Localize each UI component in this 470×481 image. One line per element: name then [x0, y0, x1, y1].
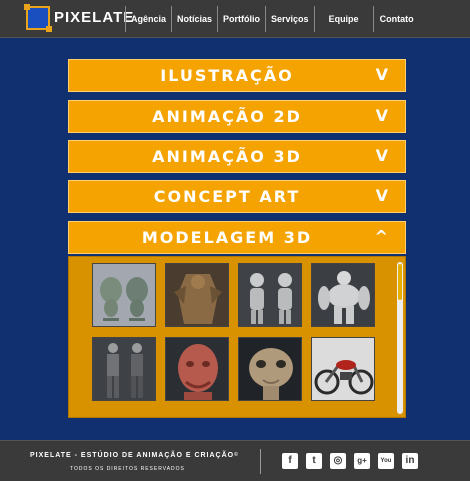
- twitter-icon[interactable]: t: [306, 453, 322, 469]
- nav-agencia[interactable]: Agência: [125, 5, 171, 32]
- nav-equipe[interactable]: Equipe: [313, 5, 373, 32]
- cartoon-bird-model-thumbnail[interactable]: [92, 263, 156, 327]
- accordion-animacao-3d[interactable]: ANIMAÇÃO 3D V: [68, 140, 406, 173]
- alien-head-model-thumbnail[interactable]: [238, 337, 302, 401]
- human-figures-model-thumbnail[interactable]: [92, 337, 156, 401]
- chevron-down-icon: V: [375, 106, 388, 125]
- footer-title: PIXELATE - ESTÚDIO DE ANIMAÇÃO E CRIAÇÃO…: [30, 452, 239, 459]
- accordion-concept-art[interactable]: CONCEPT ART V: [68, 180, 406, 213]
- accordion-ilustracao[interactable]: ILUSTRAÇÃO V: [68, 59, 406, 92]
- accordion-modelagem-3d[interactable]: MODELAGEM 3D ^: [68, 221, 406, 254]
- scrollbar-thumb[interactable]: [398, 264, 402, 300]
- footer-rights: TODOS OS DIREITOS RESERVADOS: [70, 466, 185, 472]
- accordion-title: ANIMAÇÃO 3D: [152, 147, 302, 166]
- footer-title-text: PIXELATE - ESTÚDIO DE ANIMAÇÃO E CRIAÇÃO: [30, 452, 235, 459]
- modelagem-3d-panel: [68, 256, 406, 418]
- nav-portfolio[interactable]: Portfólio: [217, 5, 265, 32]
- accordion-title: ILUSTRAÇÃO: [160, 66, 294, 85]
- main-nav: Agência Notícias Portfólio Serviços Equi…: [125, 0, 420, 37]
- copyright-symbol: ©: [234, 452, 239, 458]
- accordion-title: ANIMAÇÃO 2D: [152, 107, 302, 126]
- footer-divider: [260, 449, 261, 474]
- muscular-creature-model-thumbnail[interactable]: [311, 263, 375, 327]
- red-creature-bust-thumbnail[interactable]: [165, 337, 229, 401]
- logo-text[interactable]: PIXELATE: [54, 9, 134, 26]
- facebook-icon[interactable]: f: [282, 453, 298, 469]
- google-plus-icon[interactable]: g+: [354, 453, 370, 469]
- goblin-model-thumbnail[interactable]: [238, 263, 302, 327]
- linkedin-icon[interactable]: in: [402, 453, 418, 469]
- chevron-down-icon: V: [375, 146, 388, 165]
- gallery-scrollbar[interactable]: [397, 262, 403, 414]
- chevron-down-icon: V: [375, 65, 388, 84]
- chevron-down-icon: V: [375, 186, 388, 205]
- chevron-up-icon: ^: [374, 227, 388, 246]
- youtube-icon[interactable]: You: [378, 453, 394, 469]
- nav-servicos[interactable]: Serviços: [265, 5, 314, 32]
- logo-icon[interactable]: [24, 4, 52, 32]
- accordion-title: MODELAGEM 3D: [141, 228, 313, 247]
- footer: PIXELATE - ESTÚDIO DE ANIMAÇÃO E CRIAÇÃO…: [0, 440, 470, 481]
- nav-noticias[interactable]: Notícias: [171, 5, 217, 32]
- motorcycle-model-thumbnail[interactable]: [311, 337, 375, 401]
- top-bar: PIXELATE Agência Notícias Portfólio Serv…: [0, 0, 470, 38]
- accordion-title: CONCEPT ART: [153, 187, 301, 206]
- accordion-animacao-2d[interactable]: ANIMAÇÃO 2D V: [68, 100, 406, 133]
- armored-warrior-model-thumbnail[interactable]: [165, 263, 229, 327]
- instagram-icon[interactable]: ◎: [330, 453, 346, 469]
- nav-contato[interactable]: Contato: [372, 5, 420, 32]
